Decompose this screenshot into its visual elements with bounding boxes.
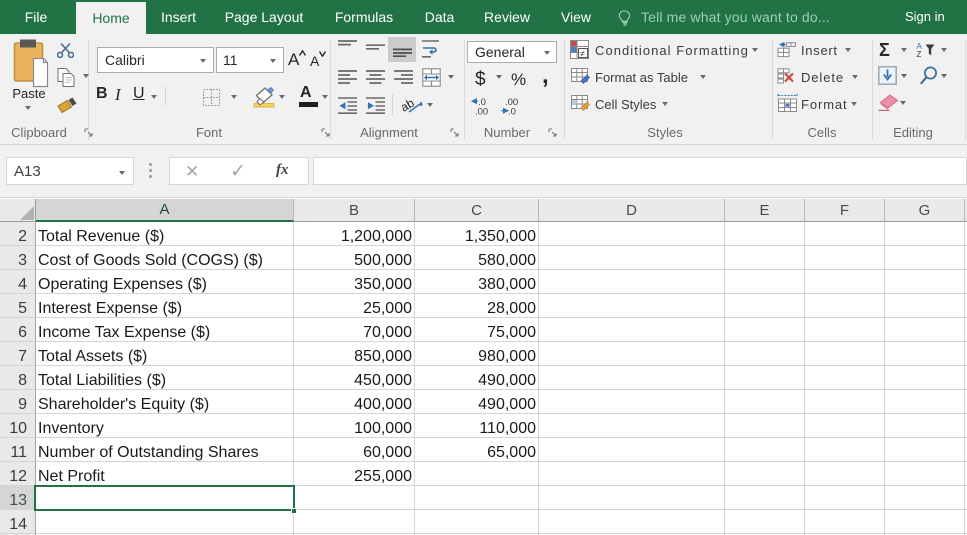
svg-text:Z: Z: [917, 50, 922, 57]
svg-text:≠: ≠: [580, 48, 585, 58]
svg-text:.0: .0: [508, 107, 516, 116]
svg-text:.00: .00: [475, 107, 488, 116]
